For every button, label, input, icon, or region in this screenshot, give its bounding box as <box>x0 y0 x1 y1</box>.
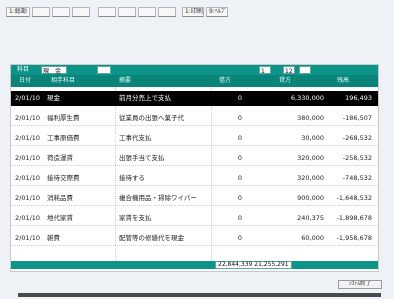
page-current-field[interactable]: 1 <box>259 66 271 75</box>
row-credit: 6,330,000 <box>290 94 324 102</box>
row-debit: 0 <box>237 114 242 122</box>
row-credit: 320,000 <box>297 154 324 162</box>
account-code-field[interactable] <box>97 66 111 74</box>
row-date: 2/01/10 <box>15 114 41 122</box>
row-credit: 240,375 <box>297 214 324 222</box>
row-account: 接待交際費 <box>47 174 80 182</box>
toolbar-button-1[interactable]: 1:総勘 <box>6 7 30 17</box>
status-bar <box>18 293 381 297</box>
toolbar-button-8[interactable] <box>158 7 176 17</box>
ledger-panel: 科目 現 金 1 12 日付 相手科目 摘要 借方 貸方 残高 2/01/10 … <box>10 64 379 272</box>
col-debit: 借方 <box>219 77 232 84</box>
col-credit: 貸方 <box>279 77 292 84</box>
row-credit: 30,000 <box>301 134 324 142</box>
col-memo: 摘要 <box>119 77 132 84</box>
help-button[interactable]: 9:ﾍﾙﾌﾟ <box>206 7 228 17</box>
row-date: 2/01/10 <box>15 134 41 142</box>
table-row[interactable]: 2/01/10 福利厚生費 従業員の出張へ菓子代 0 380,000 -186,… <box>11 111 378 126</box>
account-label: 科目 <box>17 66 30 73</box>
row-memo: 配管等の修繕代を現金 <box>119 234 184 242</box>
row-debit: 0 <box>237 214 242 222</box>
row-balance: -268,532 <box>342 134 372 142</box>
row-balance: -748,532 <box>342 174 372 182</box>
row-balance: -1,898,678 <box>336 214 372 222</box>
table-row[interactable]: 2/01/10 接待交際費 接待する 0 320,000 -748,532 <box>11 171 378 186</box>
row-date: 2/01/10 <box>15 194 41 202</box>
row-date: 2/01/10 <box>15 94 41 102</box>
row-memo: 工事代支払 <box>119 134 152 142</box>
column-header: 日付 相手科目 摘要 借方 貸方 残高 <box>11 75 378 87</box>
row-memo: 接待する <box>119 174 145 182</box>
table-row[interactable]: 2/01/10 荷造運賃 出張手当て支払 0 320,000 -258,532 <box>11 151 378 166</box>
row-debit: 0 <box>237 174 242 182</box>
toolbar: 1:総勘 1:印刷 9:ﾍﾙﾌﾟ <box>6 6 386 20</box>
row-memo: 家賃を支払 <box>119 214 152 222</box>
row-date: 2/01/10 <box>15 174 41 182</box>
toolbar-button-3[interactable] <box>52 7 70 17</box>
row-debit: 0 <box>237 194 242 202</box>
row-balance: 196,493 <box>345 94 372 102</box>
ledger-header: 科目 現 金 1 12 <box>11 65 378 75</box>
table-row[interactable]: 2/01/10 雑費 配管等の修繕代を現金 0 60,000 -1,958,67… <box>11 231 378 246</box>
row-debit: 0 <box>237 154 242 162</box>
col-account: 相手科目 <box>51 77 76 84</box>
system-exit-button[interactable]: ｼｽﾃﾑ終了 <box>338 280 382 289</box>
table-row[interactable]: 2/01/10 地代家賃 家賃を支払 0 240,375 -1,898,678 <box>11 211 378 226</box>
row-balance: -1,958,678 <box>336 234 372 242</box>
row-balance: -186,507 <box>342 114 372 122</box>
row-account: 現金 <box>47 94 60 102</box>
row-debit: 0 <box>237 94 242 102</box>
toolbar-button-4[interactable] <box>72 7 90 17</box>
row-date: 2/01/10 <box>15 154 41 162</box>
row-credit: 320,000 <box>297 174 324 182</box>
toolbar-button-2[interactable] <box>32 7 50 17</box>
row-memo: 前月分売上で支払 <box>119 94 171 102</box>
toolbar-button-6[interactable] <box>118 7 136 17</box>
row-date: 2/01/10 <box>15 214 41 222</box>
page-nav-field[interactable] <box>299 66 311 74</box>
col-balance: 残高 <box>337 77 350 84</box>
row-balance: -258,532 <box>342 154 372 162</box>
table-row[interactable]: 2/01/10 工事原価費 工事代支払 0 30,000 -268,532 <box>11 131 378 146</box>
row-account: 雑費 <box>47 234 60 242</box>
row-account: 荷造運賃 <box>47 154 73 162</box>
row-memo: 従業員の出張へ菓子代 <box>119 114 184 122</box>
row-credit: 380,000 <box>297 114 324 122</box>
toolbar-button-7[interactable] <box>138 7 156 17</box>
row-account: 地代家賃 <box>47 214 73 222</box>
col-date: 日付 <box>19 77 32 84</box>
print-button[interactable]: 1:印刷 <box>182 7 204 17</box>
toolbar-button-5[interactable] <box>98 7 116 17</box>
row-account: 福利厚生費 <box>47 114 80 122</box>
row-date: 2/01/10 <box>15 234 41 242</box>
row-debit: 0 <box>237 234 242 242</box>
row-account: 工事原価費 <box>47 134 80 142</box>
account-field[interactable]: 現 金 <box>41 66 67 75</box>
row-memo: 複合機用品・掃除ワイパー <box>119 194 197 202</box>
table-row[interactable]: 2/01/10 現金 前月分売上で支払 0 6,330,000 196,493 <box>11 91 378 106</box>
row-credit: 60,000 <box>301 234 324 242</box>
row-account: 消耗品費 <box>47 194 73 202</box>
row-debit: 0 <box>237 134 242 142</box>
row-memo: 出張手当て支払 <box>119 154 165 162</box>
row-credit: 900,000 <box>297 194 324 202</box>
table-row[interactable]: 2/01/10 消耗品費 複合機用品・掃除ワイパー 0 900,000 -1,6… <box>11 191 378 206</box>
row-balance: -1,648,532 <box>336 194 372 202</box>
totals-field: 22,844,339 21,255,291 <box>215 261 292 269</box>
page-total-field[interactable]: 12 <box>283 66 295 75</box>
ledger-footer <box>11 261 378 269</box>
